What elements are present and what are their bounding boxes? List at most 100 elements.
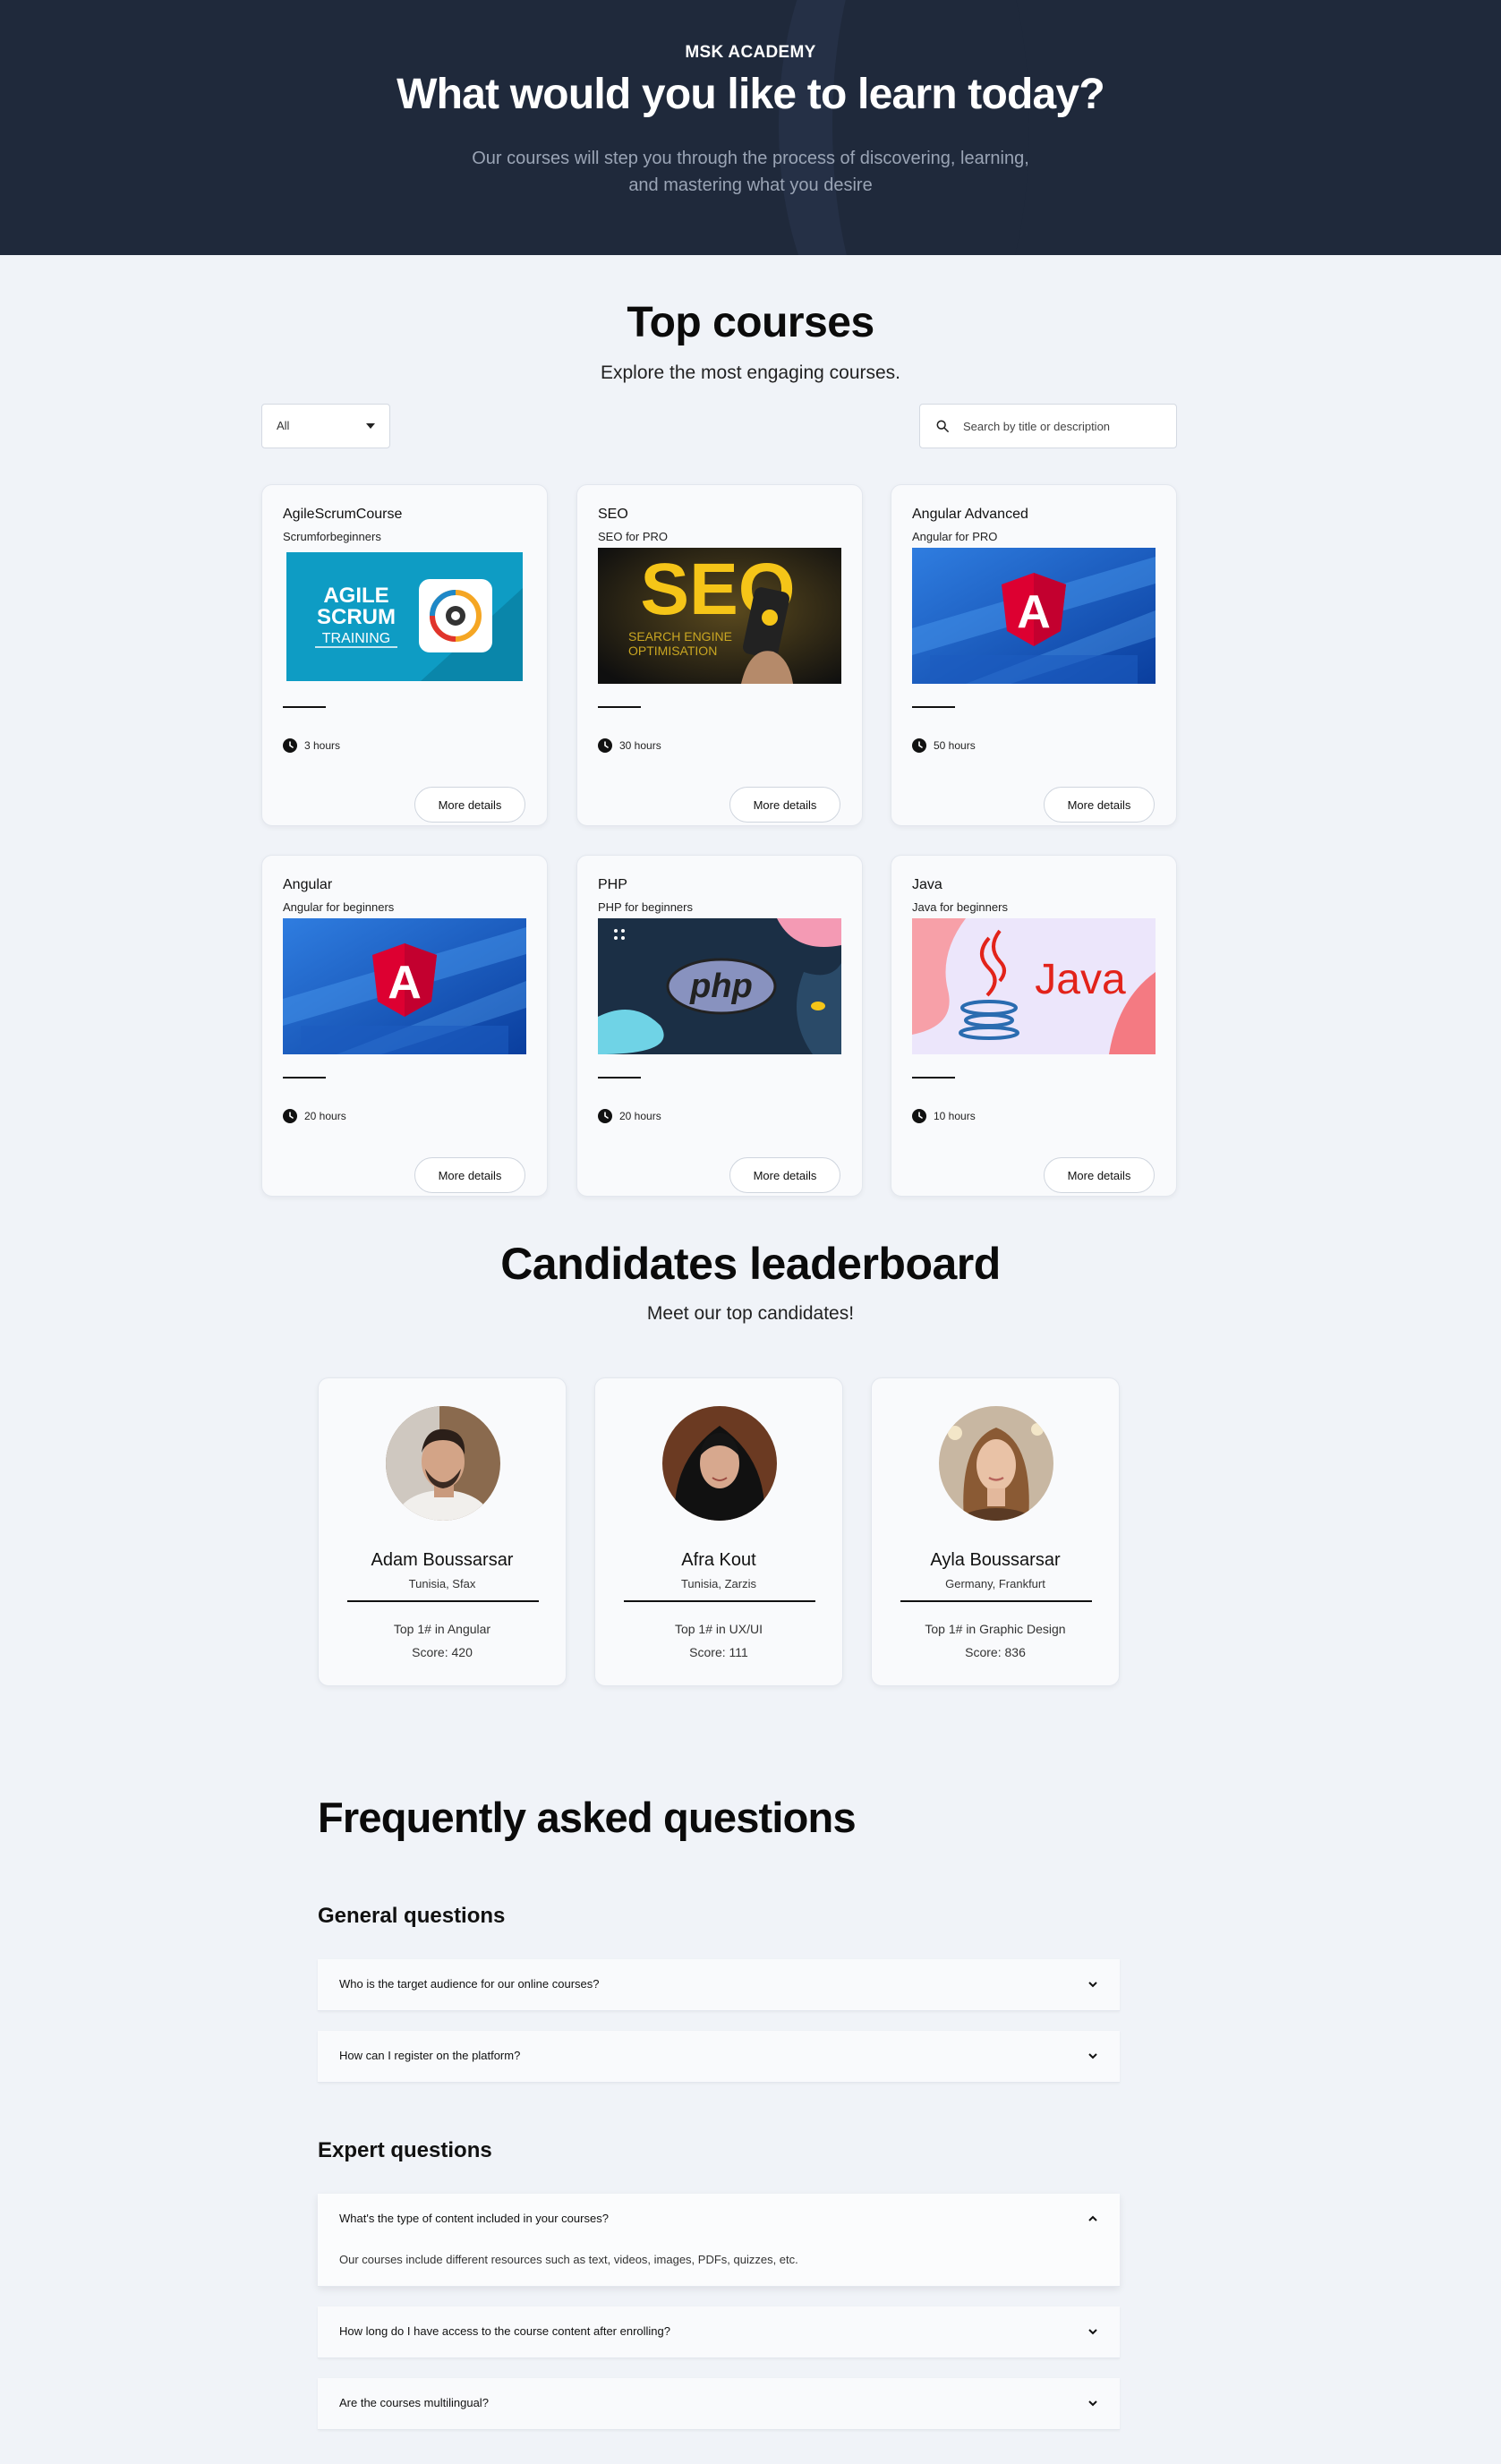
course-title: Java: [912, 877, 942, 892]
candidate-score: Score: 420: [412, 1645, 473, 1659]
more-details-button[interactable]: More details: [414, 1157, 525, 1193]
candidate-rank: Top 1# in Graphic Design: [925, 1622, 1066, 1636]
course-title: PHP: [598, 877, 627, 892]
course-subtitle: Scrumforbeginners: [283, 530, 381, 543]
divider: [912, 706, 955, 708]
more-details-button[interactable]: More details: [1044, 787, 1155, 823]
course-title: Angular: [283, 877, 333, 892]
candidate-name: Adam Boussarsar: [371, 1550, 514, 1570]
thumb-text: OPTIMISATION: [628, 644, 717, 658]
duration-text: 30 hours: [619, 739, 661, 752]
chevron-down-icon: [1088, 2053, 1097, 2059]
hero-subtitle: Our courses will step you through the pr…: [0, 145, 1501, 199]
course-subtitle: Angular for beginners: [283, 900, 395, 914]
duration-text: 3 hours: [304, 739, 341, 752]
faq-question: What's the type of content included in y…: [339, 2212, 609, 2225]
divider: [283, 1077, 326, 1079]
thumb-text: AGILE: [323, 584, 388, 608]
faq-answer: Our courses include different resources …: [339, 2253, 798, 2266]
duration-text: 20 hours: [619, 1110, 661, 1122]
candidate-card: Adam Boussarsar Tunisia, Sfax Top 1# in …: [318, 1377, 567, 1686]
faq-item-expanded[interactable]: What's the type of content included in y…: [318, 2194, 1120, 2287]
hero-decoration: [832, 0, 1029, 255]
candidate-location: Tunisia, Zarzis: [680, 1577, 757, 1590]
category-filter-select[interactable]: All: [261, 404, 390, 448]
course-card: SEO SEO for PRO SEO SEARCH ENGINE OPTIMI…: [576, 484, 863, 826]
divider: [900, 1600, 1092, 1602]
chevron-down-icon: [1088, 1982, 1097, 1988]
chevron-down-icon: [1088, 2329, 1097, 2335]
course-title: Angular Advanced: [912, 507, 1028, 522]
duration-text: 10 hours: [934, 1110, 976, 1122]
hero-subtitle-line: Our courses will step you through the pr…: [472, 149, 1029, 168]
more-details-button[interactable]: More details: [414, 787, 525, 823]
clock-icon: [598, 738, 612, 753]
candidate-score: Score: 836: [965, 1645, 1026, 1659]
leaderboard-title: Candidates leaderboard: [500, 1239, 1001, 1289]
course-title: AgileScrumCourse: [283, 507, 403, 522]
courses-title: Top courses: [627, 299, 874, 346]
divider: [624, 1600, 815, 1602]
faq-item[interactable]: How can I register on the platform?: [318, 2031, 1120, 2083]
course-subtitle: Angular for PRO: [912, 530, 998, 543]
duration-text: 20 hours: [304, 1110, 346, 1122]
course-title: SEO: [598, 507, 628, 522]
candidate-card: Afra Kout Tunisia, Zarzis Top 1# in UX/U…: [594, 1377, 843, 1686]
faq-category-title: Expert questions: [318, 2138, 492, 2162]
divider: [912, 1077, 955, 1079]
candidate-rank: Top 1# in Angular: [393, 1622, 491, 1636]
course-thumbnail: A: [283, 918, 526, 1054]
clock-icon: [283, 738, 297, 753]
course-search[interactable]: [919, 404, 1177, 448]
chevron-up-icon: [1088, 2215, 1097, 2221]
hero-title: What would you like to learn today?: [397, 71, 1105, 118]
hero-subtitle-line: and mastering what you desire: [628, 175, 873, 195]
clock-icon: [912, 738, 926, 753]
search-icon: [936, 420, 949, 432]
candidate-name: Afra Kout: [681, 1550, 756, 1570]
candidate-location: Tunisia, Sfax: [408, 1577, 476, 1590]
thumb-text: SCRUM: [317, 605, 396, 629]
caret-down-icon: [366, 423, 375, 429]
candidate-card: Ayla Boussarsar Germany, Frankfurt Top 1…: [871, 1377, 1120, 1686]
course-card: AgileScrumCourse Scrumforbeginners AGILE…: [261, 484, 548, 826]
faq-question: Who is the target audience for our onlin…: [339, 1977, 600, 1991]
course-duration: 50 hours: [912, 738, 976, 753]
course-card: Java Java for beginners Java 10 hours Mo…: [891, 855, 1177, 1197]
search-input[interactable]: [963, 405, 1169, 448]
category-filter-value: All: [277, 419, 290, 432]
faq-question: Are the courses multilingual?: [339, 2396, 489, 2409]
course-thumbnail: SEO SEARCH ENGINE OPTIMISATION: [598, 548, 841, 684]
divider: [598, 706, 641, 708]
course-subtitle: SEO for PRO: [598, 530, 669, 543]
course-card: Angular Advanced Angular for PRO A 50 ho…: [891, 484, 1177, 826]
course-thumbnail: php: [598, 918, 841, 1054]
leaderboard-subtitle: Meet our top candidates!: [646, 1303, 855, 1324]
divider: [283, 706, 326, 708]
faq-category-title: General questions: [318, 1904, 506, 1928]
faq-item[interactable]: Who is the target audience for our onlin…: [318, 1959, 1120, 2011]
course-duration: 20 hours: [598, 1109, 661, 1123]
faq-item[interactable]: How long do I have access to the course …: [318, 2306, 1120, 2358]
course-subtitle: Java for beginners: [912, 900, 1008, 914]
avatar: [386, 1406, 500, 1521]
candidate-location: Germany, Frankfurt: [945, 1577, 1045, 1590]
clock-icon: [912, 1109, 926, 1123]
more-details-button[interactable]: More details: [729, 1157, 840, 1193]
clock-icon: [598, 1109, 612, 1123]
more-details-button[interactable]: More details: [1044, 1157, 1155, 1193]
brand-name: MSK ACADEMY: [685, 43, 816, 62]
avatar: [939, 1406, 1053, 1521]
course-thumbnail: A: [912, 548, 1156, 684]
course-duration: 10 hours: [912, 1109, 976, 1123]
faq-item[interactable]: Are the courses multilingual?: [318, 2378, 1120, 2430]
course-card: PHP PHP for beginners php 20 hours More …: [576, 855, 863, 1197]
course-duration: 3 hours: [283, 738, 340, 753]
clock-icon: [283, 1109, 297, 1123]
course-duration: 30 hours: [598, 738, 661, 753]
more-details-button[interactable]: More details: [729, 787, 840, 823]
course-thumbnail: Java: [912, 918, 1156, 1054]
thumb-text: A: [388, 957, 422, 1009]
chevron-down-icon: [1088, 2400, 1097, 2407]
faq-title: Frequently asked questions: [318, 1794, 857, 1841]
